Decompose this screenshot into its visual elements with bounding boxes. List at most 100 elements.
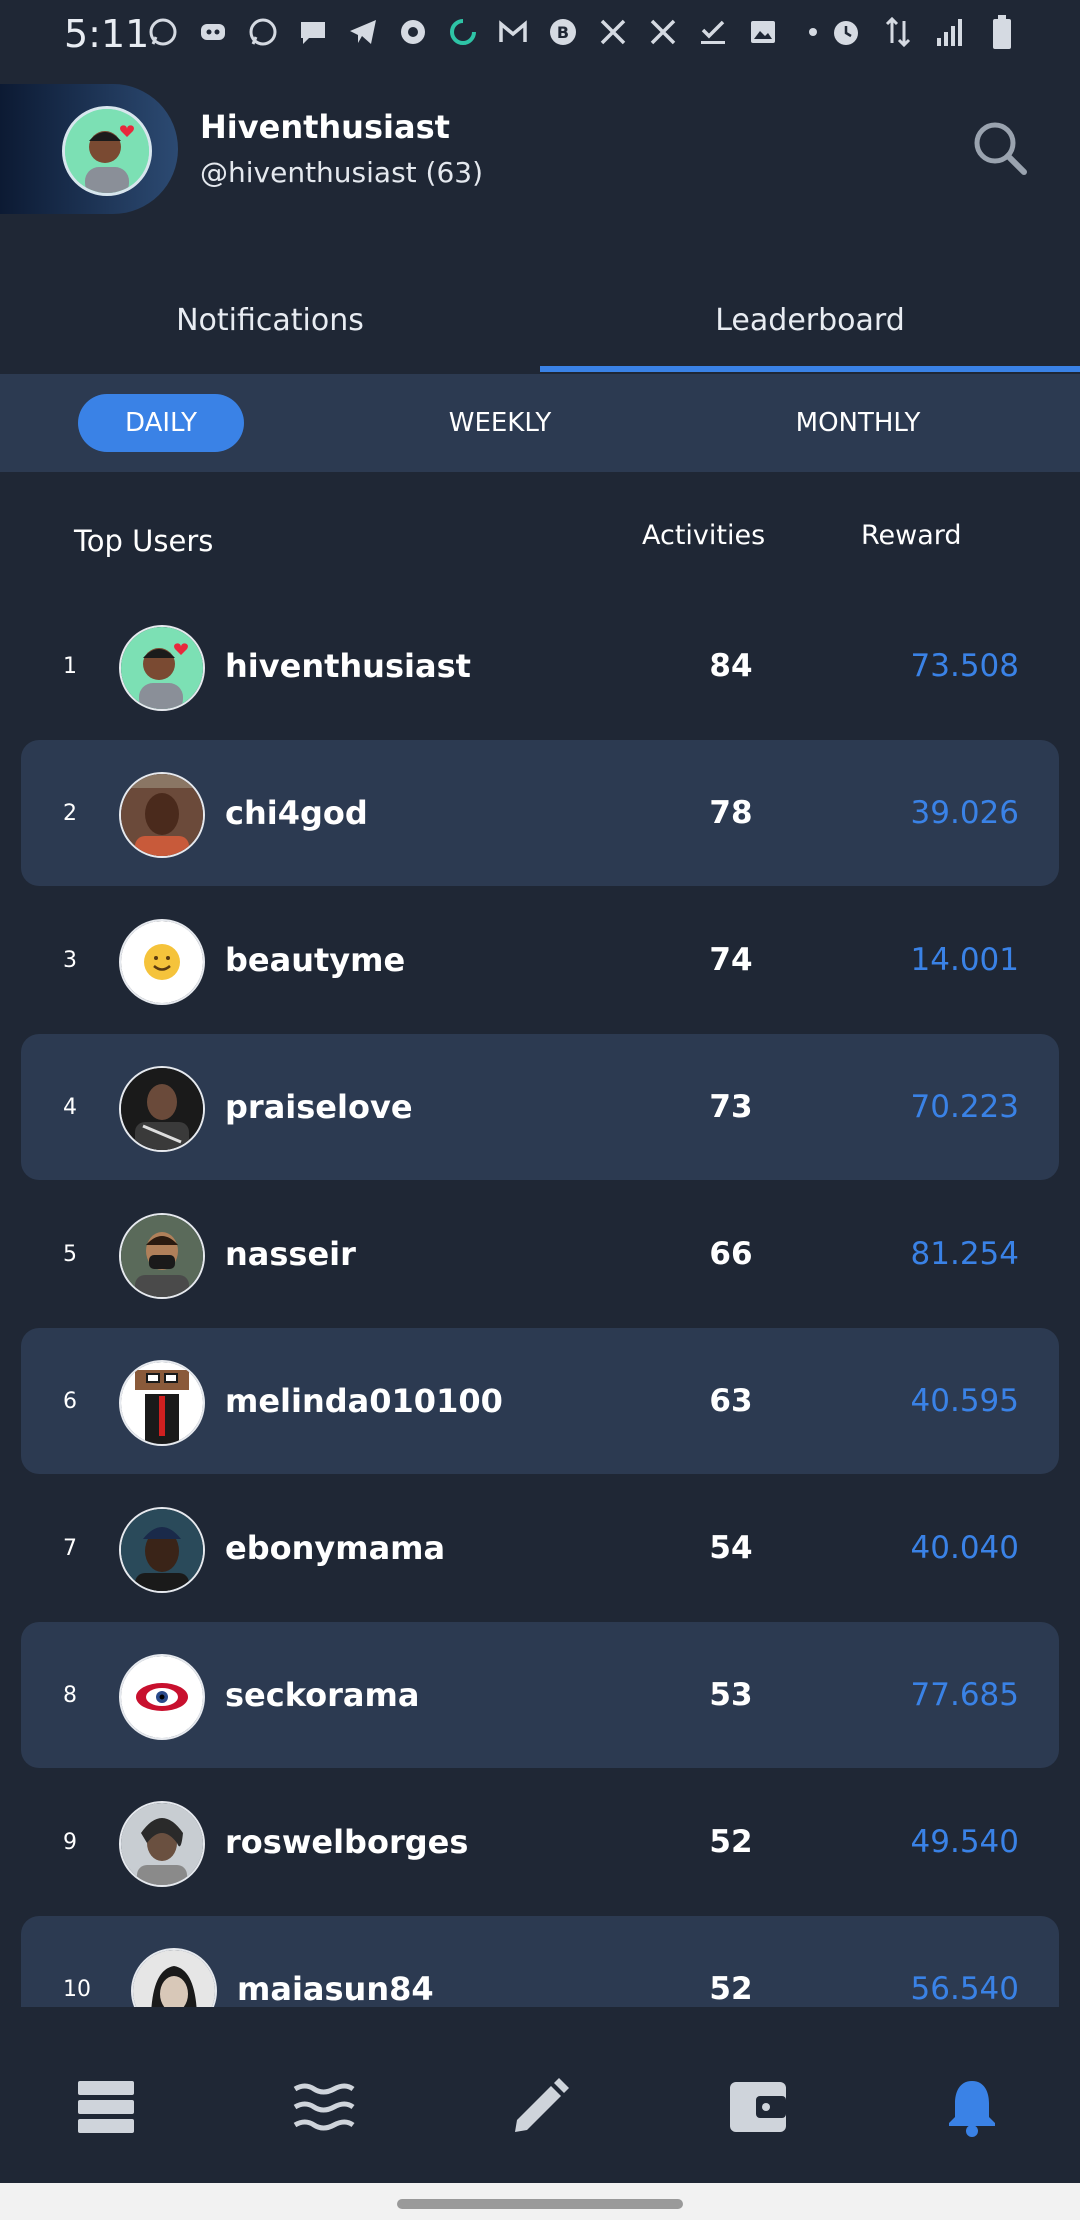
username: nasseir — [225, 1235, 356, 1273]
image-icon — [745, 14, 781, 50]
feed-icon — [78, 2081, 134, 2133]
leaderboard-row[interactable]: 3 beautyme 74 14.001 — [21, 887, 1059, 1033]
reward-value: 73.508 — [910, 648, 1019, 684]
reward-value: 81.254 — [910, 1236, 1019, 1272]
rank-number: 5 — [63, 1241, 77, 1267]
status-time: 5:11 — [64, 12, 150, 56]
reward-value: 40.040 — [910, 1530, 1019, 1566]
tab-leaderboard[interactable]: Leaderboard — [540, 270, 1080, 370]
reward-value: 49.540 — [910, 1824, 1019, 1860]
username: chi4god — [225, 794, 368, 832]
leaderboard-row[interactable]: 4 praiselove 73 70.223 — [21, 1034, 1059, 1180]
username: ebonymama — [225, 1529, 446, 1567]
x-icon — [595, 14, 631, 50]
waves-icon — [293, 2083, 355, 2131]
x-icon — [645, 14, 681, 50]
rank-number: 2 — [63, 800, 77, 826]
activities-count: 74 — [709, 942, 753, 978]
period-weekly-button[interactable]: WEEKLY — [420, 394, 580, 452]
column-header-activities: Activities — [642, 520, 766, 551]
reward-value: 56.540 — [910, 1971, 1019, 2007]
signal-icon — [932, 14, 968, 50]
leaderboard-row[interactable]: 10 maiasun84 52 56.540 — [21, 1916, 1059, 2007]
leaderboard-row[interactable]: 2 chi4god 78 39.026 — [21, 740, 1059, 886]
whatsapp-icon — [145, 14, 181, 50]
search-button[interactable] — [970, 118, 1030, 178]
message-icon — [295, 14, 331, 50]
pencil-icon — [515, 2078, 569, 2132]
leaderboard-row[interactable]: 5 nasseir 66 81.254 — [21, 1181, 1059, 1327]
rank-number: 4 — [63, 1094, 77, 1120]
nav-feed-button[interactable] — [66, 2067, 146, 2147]
period-selector: DAILY WEEKLY MONTHLY — [0, 374, 1080, 472]
rank-number: 9 — [63, 1829, 77, 1855]
notification-icons: B — [145, 14, 831, 50]
user-avatar[interactable] — [119, 625, 205, 711]
dot-icon — [795, 14, 831, 50]
checklist-icon — [695, 14, 731, 50]
search-icon — [974, 122, 1027, 175]
display-name: Hiventhusiast — [200, 108, 450, 146]
loading-icon — [445, 14, 481, 50]
leaderboard-row[interactable]: 8 seckorama 53 77.685 — [21, 1622, 1059, 1768]
battery-icon — [984, 14, 1020, 50]
status-bar: 5:11 B — [0, 0, 1080, 70]
username: seckorama — [225, 1676, 420, 1714]
gmail-icon — [495, 14, 531, 50]
system-icons — [828, 14, 1020, 50]
svg-text:B: B — [557, 23, 569, 42]
activities-count: 53 — [709, 1677, 753, 1713]
user-avatar[interactable] — [119, 1360, 205, 1446]
activities-count: 78 — [709, 795, 753, 831]
username: maiasun84 — [237, 1970, 434, 2007]
reward-value: 39.026 — [910, 795, 1019, 831]
activities-count: 52 — [709, 1824, 753, 1860]
bitcoin-icon: B — [545, 14, 581, 50]
whatsapp-icon — [245, 14, 281, 50]
bottom-navigation — [0, 2007, 1080, 2183]
user-avatar[interactable] — [119, 772, 205, 858]
leaderboard-row[interactable]: 7 ebonymama 54 40.040 — [21, 1475, 1059, 1621]
nav-compose-button[interactable] — [500, 2067, 580, 2147]
rank-number: 1 — [63, 653, 77, 679]
user-handle: @hiventhusiast (63) — [200, 156, 484, 189]
user-avatar[interactable] — [119, 1066, 205, 1152]
reward-value: 14.001 — [910, 942, 1019, 978]
leaderboard-row[interactable]: 1 hiventhusiast 84 73.508 — [21, 593, 1059, 739]
browser-icon — [395, 14, 431, 50]
user-avatar[interactable] — [119, 1654, 205, 1740]
gesture-area — [0, 2183, 1080, 2220]
avatar[interactable] — [62, 106, 152, 196]
username: praiselove — [225, 1088, 413, 1126]
period-daily-button[interactable]: DAILY — [78, 394, 244, 452]
nav-notifications-button[interactable] — [932, 2067, 1012, 2147]
home-gesture-bar[interactable] — [397, 2199, 683, 2209]
username: melinda010100 — [225, 1382, 503, 1420]
leaderboard-row[interactable]: 6 melinda010100 63 40.595 — [21, 1328, 1059, 1474]
period-monthly-button[interactable]: MONTHLY — [778, 394, 938, 452]
leaderboard-list[interactable]: 1 hiventhusiast 84 73.508 2 chi4god 78 3… — [0, 593, 1080, 2007]
username: hiventhusiast — [225, 647, 471, 685]
activities-count: 73 — [709, 1089, 753, 1125]
activities-count: 66 — [709, 1236, 753, 1272]
tab-notifications[interactable]: Notifications — [0, 270, 540, 370]
wallet-icon — [730, 2082, 786, 2132]
user-avatar[interactable] — [119, 1213, 205, 1299]
nav-waves-button[interactable] — [284, 2067, 364, 2147]
user-avatar[interactable] — [119, 1801, 205, 1887]
alarm-icon — [828, 14, 864, 50]
discord-icon — [195, 14, 231, 50]
nav-wallet-button[interactable] — [718, 2067, 798, 2147]
rank-number: 7 — [63, 1535, 77, 1561]
username: beautyme — [225, 941, 406, 979]
leaderboard-row[interactable]: 9 roswelborges 52 49.540 — [21, 1769, 1059, 1915]
user-avatar[interactable] — [119, 919, 205, 1005]
activities-count: 84 — [709, 648, 753, 684]
reward-value: 77.685 — [910, 1677, 1019, 1713]
rank-number: 3 — [63, 947, 77, 973]
bell-icon — [949, 2081, 995, 2137]
rank-number: 8 — [63, 1682, 77, 1708]
activities-count: 54 — [709, 1530, 753, 1566]
user-avatar[interactable] — [131, 1948, 217, 2007]
user-avatar[interactable] — [119, 1507, 205, 1593]
